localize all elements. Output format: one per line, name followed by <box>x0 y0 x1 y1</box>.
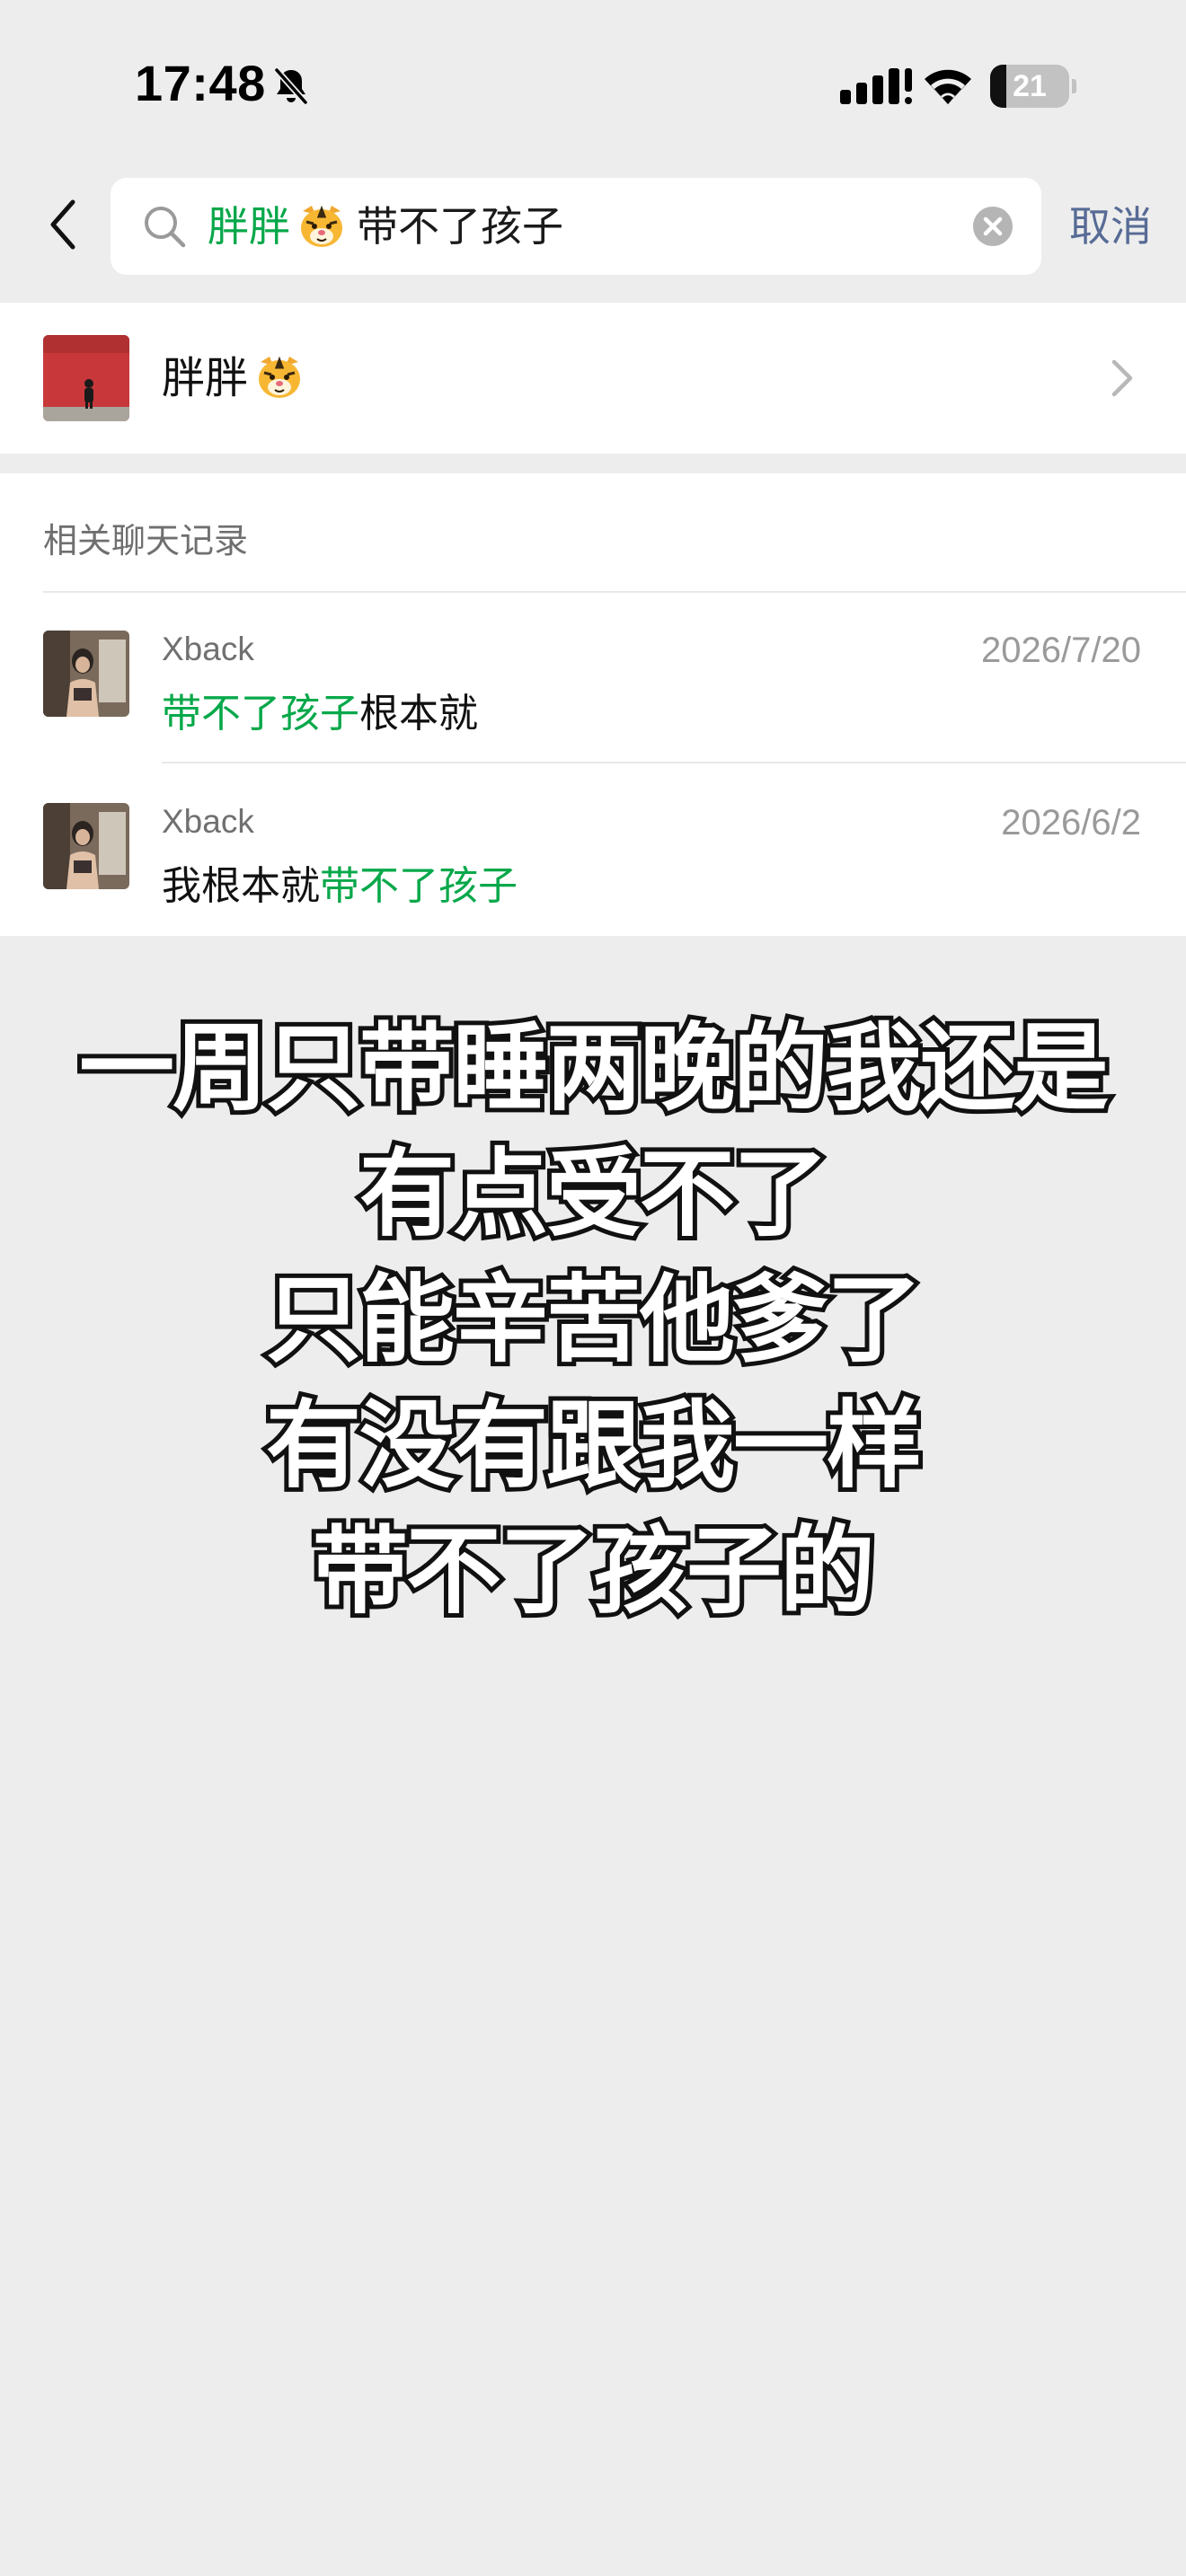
search-icon <box>145 207 186 248</box>
record-message: 我根本就带不了孩子 <box>162 853 518 911</box>
avatar <box>43 631 129 717</box>
divider <box>162 762 1186 763</box>
avatar <box>43 803 129 889</box>
search-query-rest: 带不了孩子 <box>357 202 563 251</box>
chat-record-item[interactable]: Xback 2026/7/20 带不了孩子根本就 <box>0 593 1186 763</box>
chevron-right-icon <box>1111 359 1133 397</box>
record-date: 2026/7/20 <box>981 631 1141 670</box>
cancel-button[interactable]: 取消 <box>1069 189 1152 264</box>
chat-record-item[interactable]: Xback 2026/6/2 我根本就带不了孩子 <box>0 765 1186 936</box>
caption-line: 只能辛苦他爹了 <box>261 1260 926 1380</box>
battery-icon: 21 <box>990 65 1076 108</box>
contact-name: 胖胖 <box>162 303 314 454</box>
tiger-face-emoji-icon <box>259 356 301 398</box>
tiger-face-emoji-icon <box>301 205 342 247</box>
battery-nub <box>1072 79 1076 93</box>
message-highlight: 带不了孩子 <box>320 863 518 909</box>
clear-icon[interactable] <box>971 205 1014 248</box>
record-message: 带不了孩子根本就 <box>162 681 478 738</box>
record-date: 2026/6/2 <box>1001 803 1141 842</box>
status-bar: 17:48 21 <box>0 0 1186 171</box>
overlay-caption: 一周只带睡两晚的我还是 有点受不了 只能辛苦他爹了 有没有跟我一样 带不了孩子的 <box>0 1006 1186 1635</box>
search-query-highlight: 胖胖 <box>208 202 290 251</box>
caption-line: 有没有跟我一样 <box>261 1386 926 1505</box>
wifi-icon <box>925 69 971 104</box>
message-text: 根本就 <box>359 691 478 737</box>
chat-records-section: 相关聊天记录 Xback 2026/7/20 带不了孩子根本就 Xback 20… <box>0 473 1186 936</box>
contact-result-row[interactable]: 胖胖 <box>0 303 1186 454</box>
chevron-left-icon <box>50 199 75 250</box>
record-sender: Xback <box>162 803 254 840</box>
message-highlight: 带不了孩子 <box>162 691 359 737</box>
battery-level: 21 <box>1013 69 1047 103</box>
signal-icon <box>840 68 912 104</box>
search-query: 胖胖 带不了孩子 <box>208 178 563 275</box>
message-text: 我根本就 <box>162 863 320 909</box>
back-button[interactable] <box>36 189 90 260</box>
battery-body: 21 <box>990 65 1069 108</box>
avatar <box>43 335 129 421</box>
contact-name-text: 胖胖 <box>162 353 249 403</box>
search-input[interactable]: 胖胖 带不了孩子 <box>111 178 1041 275</box>
bell-slash-icon <box>274 67 308 105</box>
record-sender: Xback <box>162 631 254 667</box>
status-time: 17:48 <box>135 55 266 111</box>
caption-line: 带不了孩子的 <box>308 1512 880 1631</box>
caption-line: 一周只带睡两晚的我还是 <box>75 1009 1113 1128</box>
section-heading: 相关聊天记录 <box>43 521 249 560</box>
caption-line: 有点受不了 <box>355 1134 833 1254</box>
